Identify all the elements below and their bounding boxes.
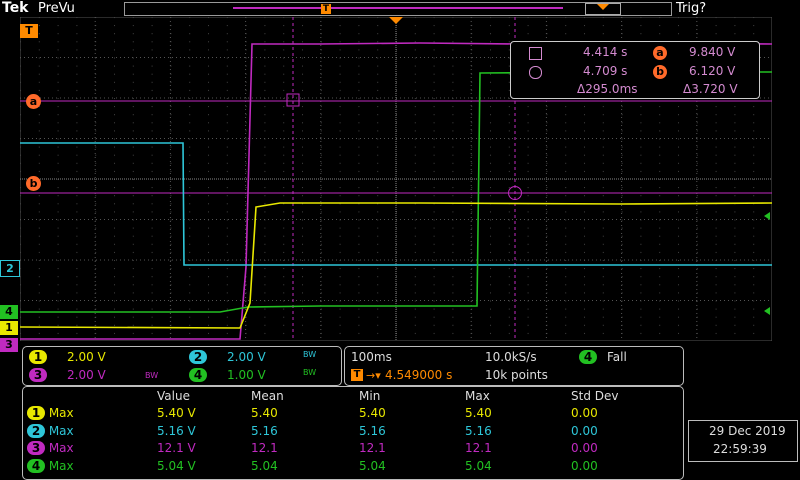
brand-logo: Tek — [2, 0, 29, 16]
record-trigger-icon: T — [321, 4, 331, 14]
ch4-level-arrow-icon — [764, 307, 770, 315]
ch2-chip[interactable]: 2 — [189, 350, 207, 364]
ch1-min: 5.40 — [359, 406, 386, 421]
ch4-mean: 5.04 — [251, 458, 278, 473]
ch3-std: 0.00 — [571, 441, 598, 456]
ch3-mean: 12.1 — [251, 441, 278, 456]
measurement-type: Max — [48, 406, 74, 421]
timebase-panel[interactable]: 100ms 10.0kS/s 4 Fall T →▾ 4.549000 s 10… — [344, 346, 684, 386]
ch3-bw-limit-icon: BW — [145, 371, 159, 380]
ch2-std: 0.00 — [571, 423, 598, 438]
ch2-mean: 5.16 — [251, 423, 278, 438]
ch3-min: 12.1 — [359, 441, 386, 456]
ch4-ground-marker[interactable]: 4 — [0, 305, 18, 319]
top-status-bar: Tek PreVu T Trig? — [0, 0, 800, 18]
ch2-scale[interactable]: 2.00 V — [227, 350, 266, 364]
cursor-readout-panel[interactable]: 4.414 s a 9.840 V 4.709 s b 6.120 V Δ295… — [510, 41, 760, 99]
ch4-max: 5.04 — [465, 458, 492, 473]
trigger-slope[interactable]: Fall — [607, 350, 627, 364]
trigger-position[interactable]: 4.549000 s — [385, 368, 452, 382]
ref-b-icon: b — [653, 65, 667, 79]
cursor-a-voltage: 9.840 V — [689, 45, 736, 59]
cursor-b-voltage: 6.120 V — [689, 64, 736, 78]
trigger-arrow-icon: →▾ — [366, 369, 381, 382]
ch4-chip[interactable]: 4 — [189, 368, 207, 382]
measurements-panel[interactable]: Value Mean Min Max Std Dev 1 Max 5.40 V … — [22, 386, 684, 480]
record-view-bar[interactable]: T — [124, 2, 672, 16]
ch4-std: 0.00 — [571, 458, 598, 473]
trigger-source-chip[interactable]: 4 — [579, 350, 597, 364]
ch1-max: 5.40 — [465, 406, 492, 421]
ch3-value: 12.1 V — [157, 441, 196, 456]
ch1-value: 5.40 V — [157, 406, 196, 421]
acquisition-mode: PreVu — [38, 1, 75, 16]
ref-a-marker[interactable]: a — [26, 94, 41, 109]
cursor-delta-voltage: Δ3.720 V — [683, 82, 738, 96]
ch1-chip[interactable]: 1 — [29, 350, 47, 364]
record-waveform-indicator — [233, 7, 563, 9]
ch1-mean: 5.40 — [251, 406, 278, 421]
ch1-scale[interactable]: 2.00 V — [67, 350, 106, 364]
ch2-value: 5.16 V — [157, 423, 196, 438]
cursor-1-square-icon — [529, 47, 542, 60]
viewport-caret-icon — [597, 4, 609, 10]
measurements-table: Value Mean Min Max Std Dev 1 Max 5.40 V … — [27, 387, 651, 475]
measurement-row-ch4[interactable]: 4 Max 5.04 V 5.04 5.04 5.04 0.00 — [27, 457, 651, 475]
ch1-ground-marker[interactable]: 1 — [0, 321, 18, 335]
cursor-2-circle-icon — [529, 66, 542, 79]
measurement-row-ch2[interactable]: 2 Max 5.16 V 5.16 5.16 5.16 0.00 — [27, 422, 651, 440]
header-value: Value — [157, 388, 190, 403]
cursor-delta-time: Δ295.0ms — [577, 82, 638, 96]
channel-scale-panel[interactable]: 1 2.00 V 2 2.00 V BW 3 2.00 V BW 4 1.00 … — [22, 346, 342, 386]
cursor-1-time: 4.414 s — [583, 45, 628, 59]
ch4-min: 5.04 — [359, 458, 386, 473]
cursor-2-time: 4.709 s — [583, 64, 628, 78]
ch1-std: 0.00 — [571, 406, 598, 421]
record-length[interactable]: 10k points — [485, 368, 548, 382]
measurement-type: Max — [48, 441, 74, 456]
ch2-bw-limit-icon: BW — [303, 350, 317, 359]
ref-b-marker[interactable]: b — [26, 176, 41, 191]
horizontal-scale[interactable]: 100ms — [351, 350, 392, 364]
ch4-value: 5.04 V — [157, 458, 196, 473]
ch2-chip: 2 — [27, 423, 45, 438]
ch2-max: 5.16 — [465, 423, 492, 438]
record-viewport-window[interactable] — [585, 3, 621, 15]
measurement-row-ch1[interactable]: 1 Max 5.40 V 5.40 5.40 5.40 0.00 — [27, 405, 651, 423]
header-mean: Mean — [251, 388, 284, 403]
measurements-header-row: Value Mean Min Max Std Dev — [27, 387, 651, 405]
ch3-chip[interactable]: 3 — [29, 368, 47, 382]
measurement-type: Max — [48, 423, 74, 438]
ch4-bw-limit-icon: BW — [303, 368, 317, 377]
ch3-max: 12.1 — [465, 441, 492, 456]
ch4-scale[interactable]: 1.00 V — [227, 368, 266, 382]
ch1-chip: 1 — [27, 406, 45, 421]
trigger-level-marker[interactable]: T — [20, 24, 38, 38]
sample-rate: 10.0kS/s — [485, 350, 537, 364]
measurement-row-ch3[interactable]: 3 Max 12.1 V 12.1 12.1 12.1 0.00 — [27, 440, 651, 458]
time-display: 22:59:39 — [713, 442, 767, 456]
ch2-ground-marker[interactable]: 2 — [0, 260, 20, 277]
ch4-offscreen-arrow-icon — [764, 212, 770, 220]
date-display: 29 Dec 2019 — [709, 424, 786, 438]
ch4-chip: 4 — [27, 458, 45, 473]
ref-a-icon: a — [653, 46, 667, 60]
ch3-chip: 3 — [27, 441, 45, 456]
measurement-type: Max — [48, 458, 74, 473]
ch2-min: 5.16 — [359, 423, 386, 438]
trigger-status: Trig? — [676, 1, 707, 16]
ch3-ground-marker[interactable]: 3 — [0, 338, 18, 352]
trigger-position-t-icon: T — [351, 369, 363, 381]
ch3-scale[interactable]: 2.00 V — [67, 368, 106, 382]
header-max: Max — [465, 388, 490, 403]
datetime-panel[interactable]: 29 Dec 2019 22:59:39 — [688, 420, 798, 462]
header-std-dev: Std Dev — [571, 388, 619, 403]
header-min: Min — [359, 388, 381, 403]
